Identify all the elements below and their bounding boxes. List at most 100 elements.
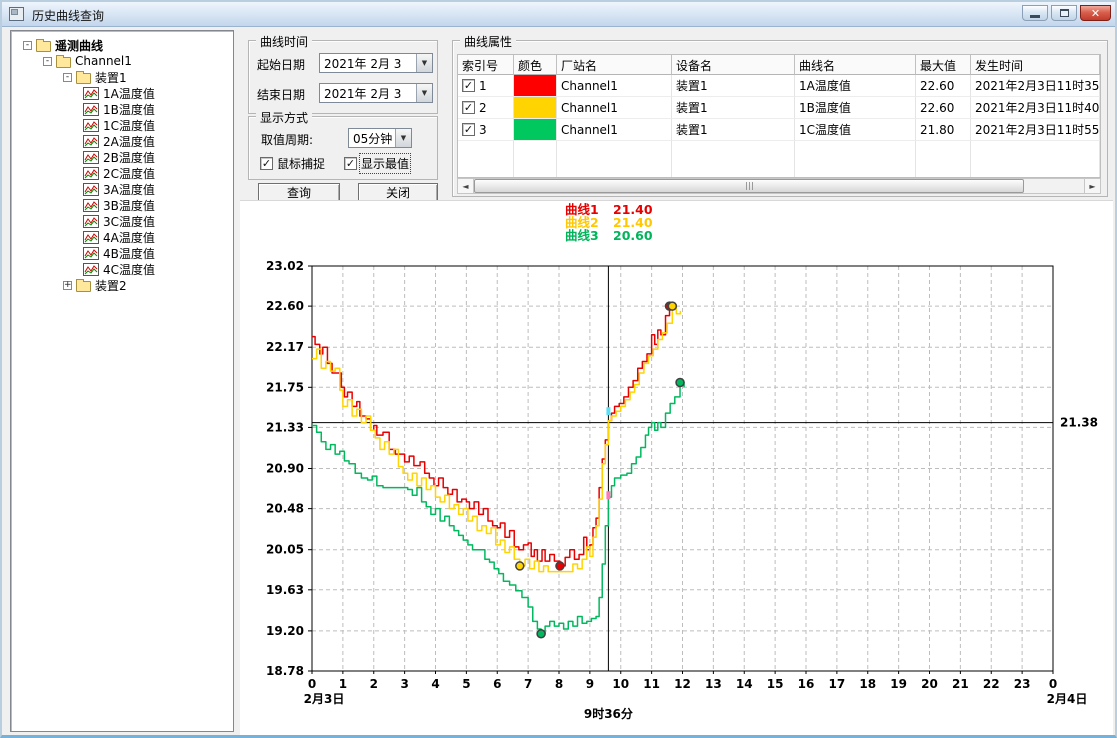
curve-icon <box>83 263 99 276</box>
svg-text:9时36分: 9时36分 <box>584 706 633 721</box>
tree-item-label: 4B温度值 <box>103 245 155 262</box>
close-button[interactable]: ✕ <box>1080 5 1111 21</box>
folder-icon <box>36 41 51 52</box>
header-max[interactable]: 最大值 <box>916 55 971 75</box>
tree-leaf-2b[interactable]: 2B温度值 <box>21 149 231 165</box>
tree-leaf-4c[interactable]: 4C温度值 <box>21 261 231 277</box>
row-checkbox[interactable]: ✓ <box>462 123 475 136</box>
scroll-right-button[interactable]: ► <box>1084 179 1100 193</box>
header-time[interactable]: 发生时间 <box>971 55 1100 75</box>
tree-leaf-4b[interactable]: 4B温度值 <box>21 245 231 261</box>
header-index[interactable]: 索引号 <box>458 55 514 75</box>
scrollbar-thumb[interactable] <box>474 179 1024 193</box>
tree-leaf-3a[interactable]: 3A温度值 <box>21 181 231 197</box>
scrollbar-grip-icon <box>746 182 753 190</box>
chevron-down-icon[interactable]: ▼ <box>395 129 411 147</box>
show-extremes-label: 显示最值 <box>361 155 409 172</box>
minimize-icon <box>1030 15 1040 18</box>
table-header-row: 索引号 颜色 厂站名 设备名 曲线名 最大值 发生时间 <box>458 55 1100 75</box>
curve-cell: 1B温度值 <box>795 97 916 119</box>
tree-leaf-1c[interactable]: 1C温度值 <box>21 117 231 133</box>
maximize-button[interactable] <box>1051 5 1077 21</box>
color-swatch <box>514 97 556 118</box>
scroll-left-button[interactable]: ◄ <box>458 179 474 193</box>
curve-icon <box>83 199 99 212</box>
svg-text:1: 1 <box>339 677 347 691</box>
tree-leaf-2c[interactable]: 2C温度值 <box>21 165 231 181</box>
tree-item-label: 遥测曲线 <box>55 37 103 54</box>
tree-leaf-3b[interactable]: 3B温度值 <box>21 197 231 213</box>
tree-item-channel1[interactable]: - Channel1 <box>21 53 231 69</box>
header-curve[interactable]: 曲线名 <box>795 55 916 75</box>
end-date-select[interactable]: 2021年 2月 3 ▼ <box>319 83 433 103</box>
expand-icon[interactable]: + <box>63 281 72 290</box>
svg-text:16: 16 <box>798 677 815 691</box>
tree-leaf-1b[interactable]: 1B温度值 <box>21 101 231 117</box>
display-mode-group: 显示方式 取值周期: 05分钟 ▼ ✓ 鼠标捕捉 ✓ 显示最值 <box>248 116 438 180</box>
tree-item-label: 2B温度值 <box>103 149 155 166</box>
history-chart[interactable]: 23.0222.6022.1721.7521.3320.9020.4820.05… <box>240 201 1113 737</box>
tree-leaf-1a[interactable]: 1A温度值 <box>21 85 231 101</box>
period-select[interactable]: 05分钟 ▼ <box>348 128 412 148</box>
header-color[interactable]: 颜色 <box>514 55 557 75</box>
color-swatch <box>514 75 556 96</box>
show-extremes-checkbox[interactable]: ✓ <box>344 157 357 170</box>
collapse-icon[interactable]: - <box>23 41 32 50</box>
period-label: 取值周期: <box>261 131 313 148</box>
row-index: 1 <box>479 79 487 93</box>
maximize-icon <box>1060 9 1069 17</box>
minimize-button[interactable] <box>1022 5 1048 21</box>
color-swatch <box>514 119 556 140</box>
svg-text:22: 22 <box>983 677 1000 691</box>
display-mode-group-title: 显示方式 <box>256 109 312 126</box>
row-index: 3 <box>479 123 487 137</box>
svg-text:2: 2 <box>370 677 378 691</box>
tree-leaf-4a[interactable]: 4A温度值 <box>21 229 231 245</box>
table-h-scrollbar[interactable]: ◄ ► <box>457 178 1101 194</box>
curve-icon <box>83 247 99 260</box>
svg-text:18.78: 18.78 <box>266 664 304 678</box>
folder-icon <box>76 281 91 292</box>
table-row[interactable]: ✓2 Channel1 装置1 1B温度值 22.60 2021年2月3日11时… <box>458 97 1100 119</box>
curve-properties-title: 曲线属性 <box>460 33 516 50</box>
header-device[interactable]: 设备名 <box>672 55 795 75</box>
legend-item: 曲线3 20.60 <box>565 229 653 242</box>
tree-item-device2[interactable]: + 装置2 <box>21 277 231 293</box>
start-date-select[interactable]: 2021年 2月 3 ▼ <box>319 53 433 73</box>
tree-leaf-2a[interactable]: 2A温度值 <box>21 133 231 149</box>
svg-text:6: 6 <box>493 677 501 691</box>
table-row[interactable]: ✓1 Channel1 装置1 1A温度值 22.60 2021年2月3日11时… <box>458 75 1100 97</box>
row-checkbox[interactable]: ✓ <box>462 79 475 92</box>
chevron-down-icon[interactable]: ▼ <box>416 84 432 102</box>
header-station[interactable]: 厂站名 <box>557 55 672 75</box>
row-checkbox[interactable]: ✓ <box>462 101 475 114</box>
tree-item-label: 3A温度值 <box>103 181 155 198</box>
tree-item-device1[interactable]: - 装置1 <box>21 69 231 85</box>
tree-item-label: 3B温度值 <box>103 197 155 214</box>
tree-item-label: Channel1 <box>75 54 132 68</box>
station-cell: Channel1 <box>557 119 672 141</box>
tree-item-root[interactable]: - 遥测曲线 <box>21 37 231 53</box>
mouse-capture-checkbox[interactable]: ✓ <box>260 157 273 170</box>
collapse-icon[interactable]: - <box>43 57 52 66</box>
end-date-value: 2021年 2月 3 <box>320 85 416 102</box>
scrollbar-track[interactable] <box>474 179 1084 193</box>
collapse-icon[interactable]: - <box>63 73 72 82</box>
tree-item-label: 4A温度值 <box>103 229 155 246</box>
window-title: 历史曲线查询 <box>32 7 104 24</box>
svg-text:4: 4 <box>431 677 439 691</box>
svg-text:21: 21 <box>952 677 969 691</box>
chevron-down-icon[interactable]: ▼ <box>416 54 432 72</box>
title-bar: 历史曲线查询 ✕ <box>2 2 1115 27</box>
tree-item-label: 4C温度值 <box>103 261 155 278</box>
curve-icon <box>83 167 99 180</box>
svg-text:22.17: 22.17 <box>266 340 304 354</box>
device-cell: 装置1 <box>672 119 795 141</box>
curve-cell: 1C温度值 <box>795 119 916 141</box>
table-row[interactable]: ✓3 Channel1 装置1 1C温度值 21.80 2021年2月3日11时… <box>458 119 1100 141</box>
history-curve-query-window: 历史曲线查询 ✕ - 遥测曲线 - Channel1 - 装置1 1A温度值 1… <box>0 0 1117 738</box>
end-date-label: 结束日期 <box>257 86 305 103</box>
start-date-label: 起始日期 <box>257 56 305 73</box>
svg-text:21.33: 21.33 <box>266 420 304 434</box>
tree-leaf-3c[interactable]: 3C温度值 <box>21 213 231 229</box>
